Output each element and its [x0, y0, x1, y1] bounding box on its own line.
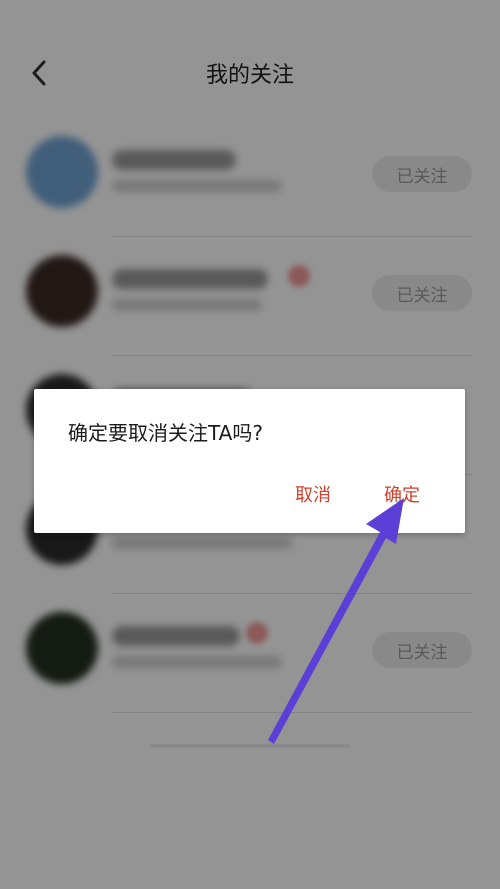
- unfollow-confirm-dialog: 确定要取消关注TA吗? 取消 确定: [34, 389, 465, 533]
- cancel-button[interactable]: 取消: [295, 481, 331, 507]
- confirm-button[interactable]: 确定: [384, 481, 420, 507]
- dialog-message: 确定要取消关注TA吗?: [68, 421, 263, 445]
